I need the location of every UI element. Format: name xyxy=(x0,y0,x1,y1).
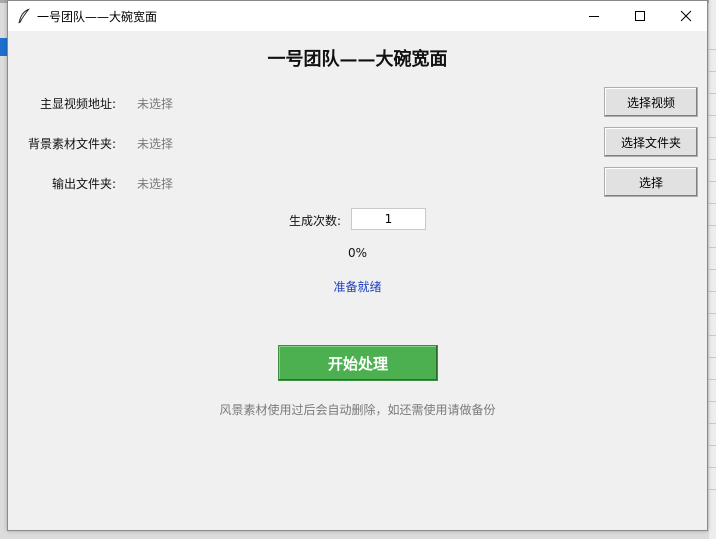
page-title: 一号团队——大碗宽面 xyxy=(267,49,448,70)
generation-count-label: 生成次数: xyxy=(289,214,342,228)
start-processing-button[interactable]: 开始处理 xyxy=(278,345,438,381)
output-folder-value: 未选择 xyxy=(137,177,174,191)
background-folder-label: 背景素材文件夹: xyxy=(27,137,116,151)
minimize-icon xyxy=(589,16,599,17)
app-window: 一号团队——大碗宽面 一号团队——大碗宽面 主显视频地址: 未选择 选择视频 背… xyxy=(7,0,708,531)
background-window-lines xyxy=(709,28,716,508)
close-button[interactable] xyxy=(663,1,709,31)
maximize-button[interactable] xyxy=(617,1,663,31)
note-text: 风景素材使用过后会自动删除，如还需使用请做备份 xyxy=(219,403,496,417)
background-folder-value: 未选择 xyxy=(137,137,174,151)
window-title: 一号团队——大碗宽面 xyxy=(37,10,158,24)
close-icon xyxy=(680,10,692,22)
title-bar[interactable]: 一号团队——大碗宽面 xyxy=(8,1,707,31)
main-video-value: 未选择 xyxy=(137,97,174,111)
select-folder-button[interactable]: 选择文件夹 xyxy=(604,127,698,157)
maximize-icon xyxy=(635,11,645,21)
output-folder-label: 输出文件夹: xyxy=(51,177,116,191)
minimize-button[interactable] xyxy=(571,1,617,31)
feather-icon xyxy=(16,8,32,24)
select-output-button[interactable]: 选择 xyxy=(604,167,698,197)
status-text: 准备就绪 xyxy=(333,280,382,294)
main-video-label: 主显视频地址: xyxy=(39,97,116,111)
progress-percent: 0% xyxy=(347,246,368,260)
select-video-button[interactable]: 选择视频 xyxy=(604,87,698,117)
generation-count-input[interactable]: 1 xyxy=(351,208,426,230)
